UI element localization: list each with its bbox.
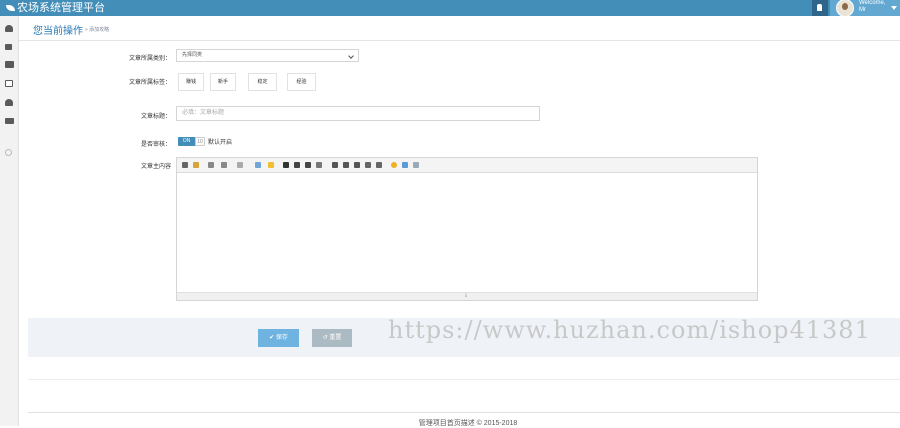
tag-option[interactable]: 赚钱 [178, 73, 204, 91]
breadcrumb: 您当前操作 » 添加攻略 [19, 17, 900, 41]
user-welcome: Welcome, Mr [859, 0, 886, 14]
align-left-icon[interactable] [332, 162, 338, 168]
resize-handle-icon[interactable]: ⇓ [464, 294, 468, 299]
sidebar-collapse-icon[interactable] [5, 149, 12, 156]
sidebar [0, 16, 19, 426]
toggle-off-label: 10 [195, 137, 205, 146]
divider [28, 379, 900, 380]
review-toggle[interactable]: ON 10 [178, 137, 205, 146]
unordered-list-icon[interactable] [376, 162, 382, 168]
save-button[interactable]: ✔ 保存 [258, 329, 299, 347]
highlight-icon[interactable] [268, 162, 274, 168]
rich-text-editor[interactable]: ⇓ [176, 157, 758, 301]
tag-option[interactable]: 经验 [287, 73, 316, 91]
tag-option[interactable]: 稳定 [248, 73, 277, 91]
caret-down-icon [891, 6, 897, 10]
category-select[interactable]: 先择同类 [176, 49, 359, 62]
editor-toolbar [177, 158, 757, 173]
folder-icon[interactable] [5, 118, 14, 124]
title-label: 文章标题： [140, 114, 171, 120]
toggle-on-label: ON [178, 137, 195, 146]
strikethrough-icon[interactable] [316, 162, 322, 168]
calendar-icon[interactable] [5, 80, 13, 87]
top-navbar: 农场系统管理平台 Welcome, Mr [0, 0, 900, 17]
underline-icon[interactable] [305, 162, 311, 168]
footer-copyright: 管理项目首页描述 © 2015-2018 [418, 420, 518, 427]
bold-icon[interactable] [283, 162, 289, 168]
tachometer-icon[interactable] [5, 99, 13, 106]
divider [28, 412, 900, 413]
brand[interactable]: 农场系统管理平台 [6, 0, 105, 16]
tags-label: 文章所属标签： [128, 80, 171, 86]
review-label: 是否审核： [140, 142, 171, 148]
brand-title: 农场系统管理平台 [17, 2, 105, 14]
page-title: 您当前操作 [33, 26, 83, 37]
align-right-icon[interactable] [354, 162, 360, 168]
chevron-down-icon [348, 53, 354, 59]
tag-option[interactable]: 新手 [210, 73, 236, 91]
font-family-icon[interactable] [208, 162, 214, 168]
user-menu[interactable]: Welcome, Mr [830, 0, 900, 17]
ordered-list-icon[interactable] [365, 162, 371, 168]
bell-icon [817, 4, 822, 11]
article-title-input[interactable]: 必填：文章标题 [176, 106, 540, 121]
review-default-note: 默认开启 [208, 140, 233, 146]
find-icon[interactable] [237, 162, 243, 168]
content-label: 文章主内容 [140, 164, 171, 170]
dashboard-icon[interactable] [5, 25, 13, 32]
emoticon-icon[interactable] [391, 162, 397, 168]
source-icon[interactable] [182, 162, 188, 168]
category-select-value: 先择同类 [182, 52, 203, 58]
font-color-icon[interactable] [255, 162, 261, 168]
editor-resize-bar[interactable]: ⇓ [177, 292, 757, 300]
user-name: Mr [859, 7, 866, 13]
reset-button[interactable]: ↺ 重置 [312, 329, 352, 347]
notification-button[interactable] [812, 0, 828, 16]
breadcrumb-current: » 添加攻略 [85, 27, 110, 33]
link-icon[interactable] [413, 162, 419, 168]
users-icon[interactable] [5, 61, 14, 68]
image-icon[interactable] [402, 162, 408, 168]
welcome-label: Welcome, [859, 0, 886, 6]
category-label: 文章所属类别： [128, 56, 171, 62]
watermark-text: https://www.huzhan.com/ishop41381 [388, 316, 871, 344]
avatar [836, 0, 854, 17]
align-center-icon[interactable] [343, 162, 349, 168]
clear-format-icon[interactable] [193, 162, 199, 168]
font-size-icon[interactable] [221, 162, 227, 168]
bullhorn-icon[interactable] [5, 44, 12, 50]
italic-icon[interactable] [294, 162, 300, 168]
leaf-icon [6, 5, 15, 11]
